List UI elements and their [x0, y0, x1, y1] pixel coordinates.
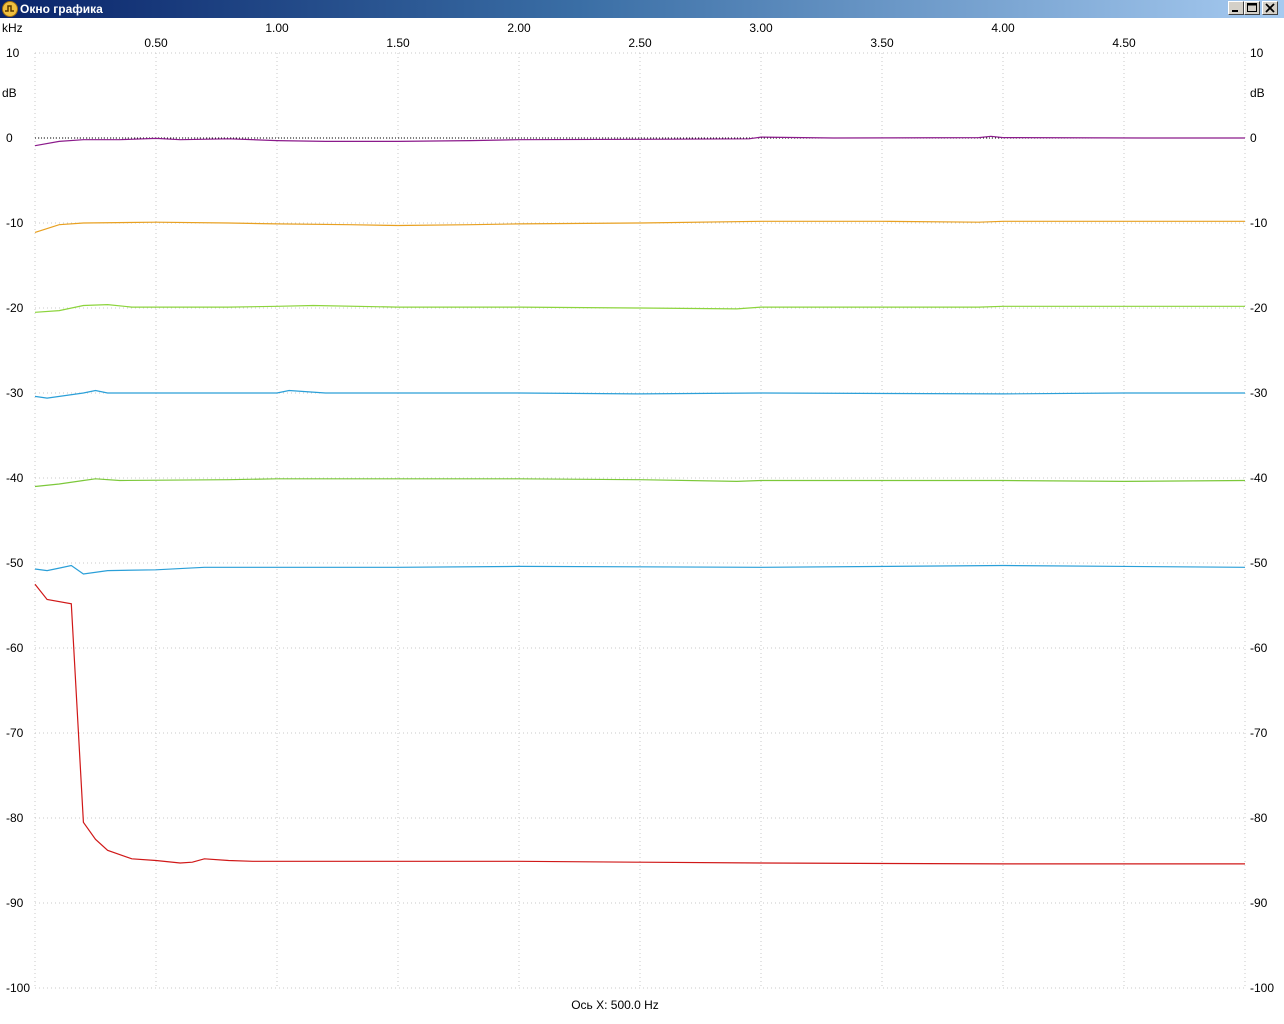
y-tick-label-left: -70 [6, 726, 24, 740]
window-title: Окно графика [20, 2, 103, 16]
minimize-button[interactable] [1228, 1, 1244, 15]
y-tick-label-right: -30 [1250, 386, 1268, 400]
y-tick-label-left: -60 [6, 641, 24, 655]
minimize-icon [1232, 10, 1238, 12]
y-tick-label-right: -80 [1250, 811, 1268, 825]
y-tick-label-right: -90 [1250, 896, 1268, 910]
y-tick-label-left: 0 [6, 131, 13, 145]
x-tick-label: 1.00 [265, 21, 289, 35]
x-tick-label: 4.50 [1112, 36, 1136, 50]
x-tick-label: 2.00 [507, 21, 531, 35]
x-tick-label: 2.50 [628, 36, 652, 50]
y-tick-label-left: -50 [6, 556, 24, 570]
y-tick-label-right: -10 [1250, 216, 1268, 230]
maximize-button[interactable] [1244, 1, 1260, 15]
x-tick-label: 0.50 [144, 36, 168, 50]
y-axis-unit-left: dB [2, 86, 17, 100]
y-tick-label-right: -40 [1250, 471, 1268, 485]
y-tick-label-left: 10 [6, 46, 20, 60]
y-tick-label-left: -80 [6, 811, 24, 825]
y-tick-label-left: -90 [6, 896, 24, 910]
x-axis-unit: kHz [2, 21, 23, 35]
chart-canvas[interactable]: 10 10 0 0 -10 -10 -20 -20 -30 -30 -40 -40 -50 -50 -60 -… [0, 18, 1284, 1024]
x-axis-info: Ось X: 500.0 Hz [571, 998, 659, 1012]
x-tick-label: 3.50 [870, 36, 894, 50]
y-tick-label-left: -30 [6, 386, 24, 400]
y-tick-label-left: -10 [6, 216, 24, 230]
app-logo-icon [2, 1, 18, 17]
y-tick-label-right: -100 [1250, 981, 1274, 995]
y-tick-label-right: 10 [1250, 46, 1264, 60]
y-tick-label-left: -40 [6, 471, 24, 485]
y-axis-unit-right: dB [1250, 86, 1265, 100]
y-tick-label-right: -60 [1250, 641, 1268, 655]
y-tick-label-right: -50 [1250, 556, 1268, 570]
title-bar[interactable]: Окно графика [0, 0, 1284, 18]
x-tick-label: 3.00 [749, 21, 773, 35]
y-tick-label-left: -100 [6, 981, 30, 995]
y-tick-label-left: -20 [6, 301, 24, 315]
y-tick-label-right: 0 [1250, 131, 1257, 145]
close-icon [1265, 3, 1275, 13]
y-tick-label-right: -20 [1250, 301, 1268, 315]
x-tick-label: 1.50 [386, 36, 410, 50]
close-button[interactable] [1262, 1, 1278, 15]
x-tick-label: 4.00 [991, 21, 1015, 35]
y-tick-label-right: -70 [1250, 726, 1268, 740]
maximize-icon [1247, 3, 1257, 12]
